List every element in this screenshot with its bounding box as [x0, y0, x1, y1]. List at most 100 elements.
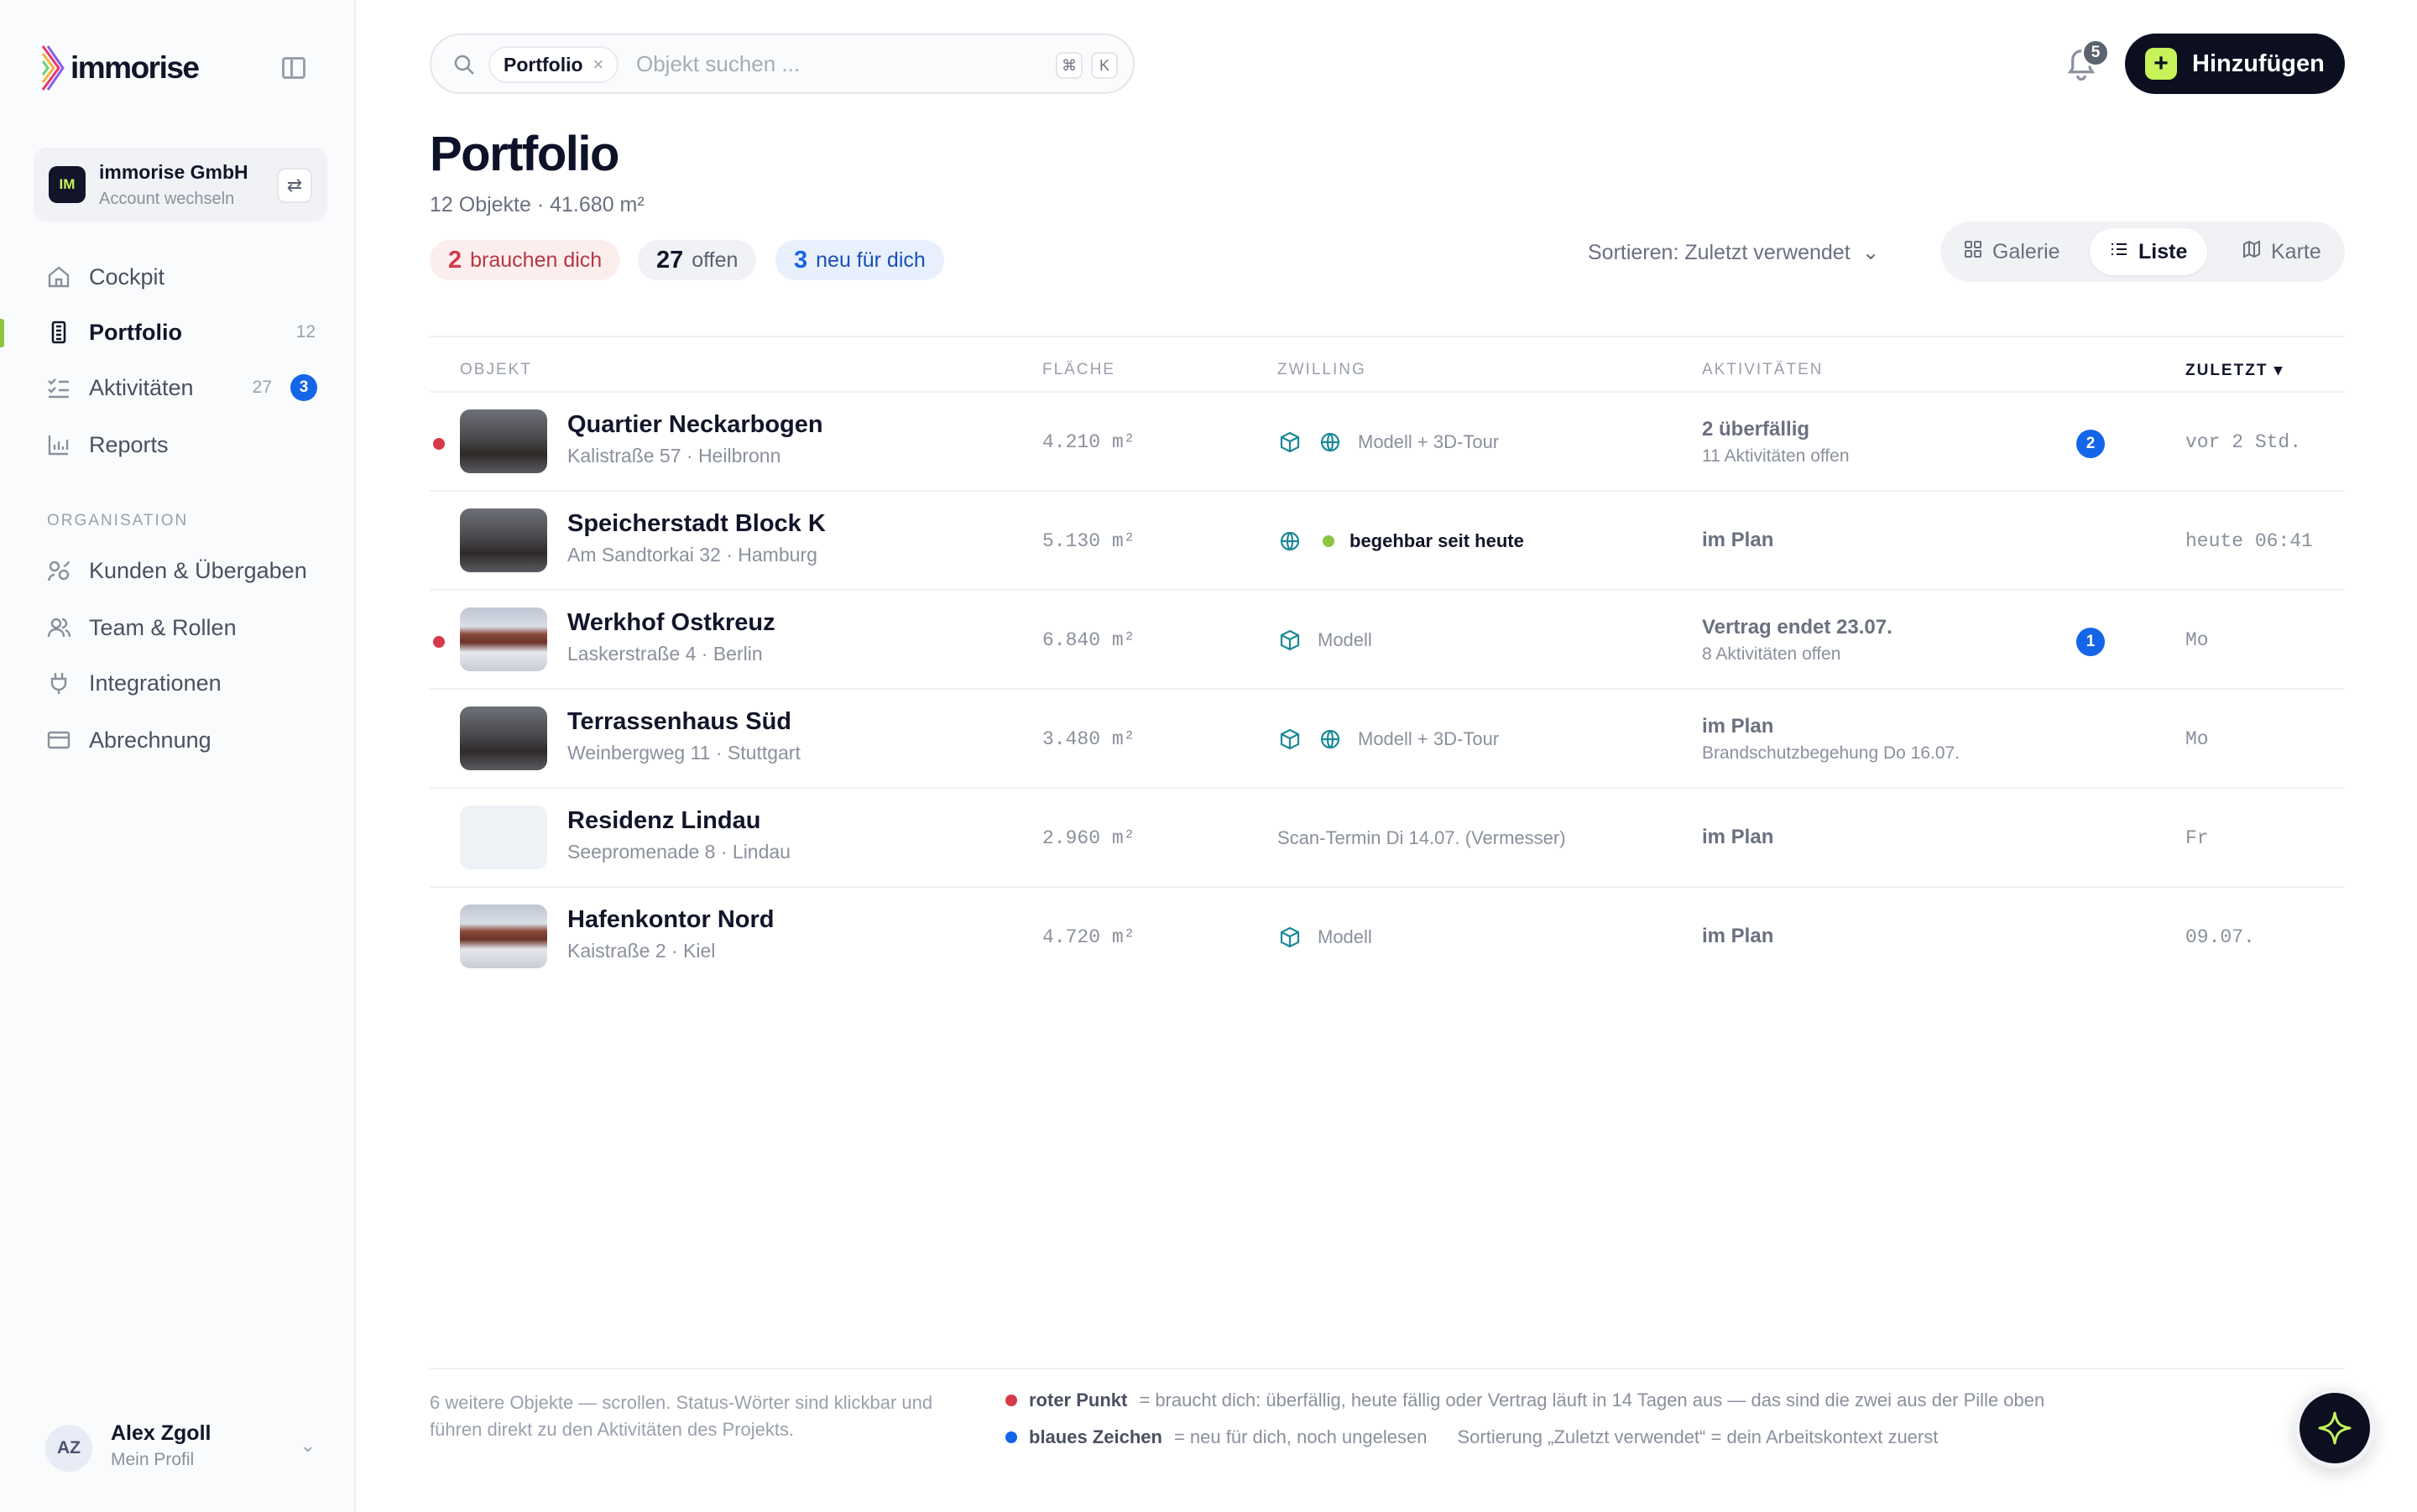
sidebar-item-portfolio[interactable]: Portfolio 12 [45, 315, 322, 349]
twin-status: Modell + 3D-Tour [1277, 725, 1499, 753]
sidebar-item-label: Aktivitäten [89, 374, 194, 400]
ai-assistant-button[interactable] [2294, 1388, 2375, 1468]
view-karte[interactable]: Karte [2222, 228, 2341, 275]
sidebar-item-abrechnung[interactable]: Abrechnung [45, 723, 322, 757]
activities-count: 27 [252, 378, 272, 397]
live-status-dot [1323, 535, 1334, 547]
table-row[interactable]: Terrassenhaus Süd Weinbergweg 11 · Stutt… [430, 690, 2345, 789]
legend-text: = neu für dich, noch ungelesen [1173, 1426, 1428, 1447]
twin-label: begehbar seit heute [1349, 530, 1524, 551]
chevron-down-icon[interactable]: ⌄ [300, 1435, 316, 1457]
sidebar-collapse-icon[interactable] [282, 57, 305, 79]
command-key: ⌘ [1056, 52, 1083, 79]
account-switcher[interactable]: IM immorise GmbH Account wechseln ⇄ [34, 148, 327, 222]
property-address: Weinbergweg 11 · Stuttgart [567, 742, 801, 764]
sidebar-item-reports[interactable]: Reports [45, 428, 322, 461]
property-title[interactable]: Werkhof Ostkreuz [567, 609, 775, 637]
sparkle-icon [2318, 1411, 2352, 1445]
account-subtitle: Account wechseln [99, 190, 235, 208]
property-title[interactable]: Speicherstadt Block K [567, 510, 826, 538]
view-label: Liste [2138, 239, 2188, 263]
building-icon [45, 319, 72, 346]
legend-red: roter Punkt = braucht dich: überfällig, … [1005, 1389, 2044, 1411]
activity-status[interactable]: im Plan [1702, 925, 1773, 948]
sidebar-item-aktivitaeten[interactable]: Aktivitäten 27 3 [45, 371, 322, 404]
property-title[interactable]: Hafenkontor Nord [567, 906, 775, 934]
avatar: AZ [45, 1425, 92, 1472]
sort-label: Sortieren: Zuletzt verwendet [1588, 240, 1851, 264]
property-area: 2.960 m² [1042, 827, 1135, 849]
property-area: 4.720 m² [1042, 926, 1135, 948]
column-zuletzt[interactable]: ZULETZT ▾ [2185, 361, 2284, 380]
grid-icon [1964, 240, 1982, 264]
sidebar-item-integrationen[interactable]: Integrationen [45, 666, 322, 700]
notification-badge: 5 [2081, 39, 2110, 67]
legend-label: roter Punkt [1029, 1389, 1128, 1410]
profile-name: Alex Zgoll [111, 1421, 211, 1445]
checklist-icon [45, 374, 72, 401]
switch-arrows-icon[interactable]: ⇄ [277, 168, 312, 203]
table-row[interactable]: Hafenkontor Nord Kaistraße 2 · Kiel 4.72… [430, 888, 2345, 987]
property-thumbnail [460, 409, 547, 473]
list-icon [2110, 240, 2128, 264]
profile-menu[interactable]: AZ Alex Zgoll Mein Profil ⌄ [34, 1410, 327, 1485]
search-input[interactable] [636, 35, 1005, 92]
close-icon[interactable]: × [593, 54, 604, 76]
plug-icon [45, 670, 72, 696]
view-galerie[interactable]: Galerie [1944, 228, 2080, 275]
activity-status[interactable]: im Plan [1702, 715, 1773, 738]
sidebar-item-team[interactable]: Team & Rollen [45, 611, 322, 644]
property-area: 3.480 m² [1042, 728, 1135, 750]
activity-status[interactable]: 2 überfällig [1702, 418, 1809, 441]
column-zwilling[interactable]: ZWILLING [1277, 361, 1366, 379]
sort-dropdown[interactable]: Sortieren: Zuletzt verwendet ⌄ [1588, 237, 1880, 269]
pill-label: neu für dich [816, 248, 926, 272]
property-title[interactable]: Terrassenhaus Süd [567, 708, 791, 736]
activity-status[interactable]: im Plan [1702, 529, 1773, 552]
last-used: Fr [2185, 827, 2209, 849]
table-row[interactable]: Quartier Neckarbogen Kalistraße 57 · Hei… [430, 393, 2345, 492]
property-thumbnail-placeholder [460, 806, 547, 869]
activity-status[interactable]: Vertrag endet 23.07. [1702, 616, 1892, 639]
cube-icon [1277, 727, 1302, 752]
sidebar-item-kunden[interactable]: Kunden & Übergaben [45, 554, 322, 587]
brand-name: immorise [70, 50, 200, 85]
property-area: 4.210 m² [1042, 431, 1135, 453]
portfolio-count: 12 [295, 322, 316, 342]
view-label: Karte [2271, 239, 2321, 263]
last-used: vor 2 Std. [2185, 431, 2302, 453]
activity-status[interactable]: im Plan [1702, 826, 1773, 849]
table-row[interactable]: Werkhof Ostkreuz Laskerstraße 4 · Berlin… [430, 591, 2345, 690]
property-title[interactable]: Residenz Lindau [567, 807, 760, 835]
activities-badge: 3 [290, 374, 317, 401]
column-objekt[interactable]: OBJEKT [460, 361, 532, 379]
column-aktivitaeten[interactable]: AKTIVITÄTEN [1702, 361, 1823, 379]
open-pill[interactable]: 27 offen [638, 240, 757, 280]
column-flaeche[interactable]: FLÄCHE [1042, 361, 1115, 379]
new-for-you-pill[interactable]: 3 neu für dich [775, 240, 944, 280]
add-button[interactable]: + Hinzufügen [2125, 34, 2345, 94]
twin-status: Modell [1277, 626, 1372, 654]
twin-label: Modell [1318, 926, 1372, 947]
property-title[interactable]: Quartier Neckarbogen [567, 411, 823, 439]
k-key: K [1091, 52, 1118, 79]
table-row[interactable]: Speicherstadt Block K Am Sandtorkai 32 ·… [430, 492, 2345, 591]
page-title: Portfolio [430, 127, 619, 181]
search-filter-chip[interactable]: Portfolio × [488, 46, 619, 83]
table-row[interactable]: Residenz Lindau Seepromenade 8 · Lindau … [430, 789, 2345, 888]
activity-detail: 8 Aktivitäten offen [1702, 644, 1841, 664]
page-subtitle: 12 Objekte · 41.680 m² [430, 193, 645, 216]
cube-icon [1277, 925, 1302, 950]
nav-section-heading: ORGANISATION [47, 512, 189, 529]
footer-note: 6 weitere Objekte — scrollen. Status-Wör… [430, 1392, 933, 1440]
sidebar-item-cockpit[interactable]: Cockpit [45, 260, 322, 294]
legend-sort-text: Sortierung „Zuletzt verwendet“ = dein Ar… [1457, 1426, 1939, 1447]
search-bar[interactable]: Portfolio × ⌘ K [430, 34, 1135, 94]
needs-you-pill[interactable]: 2 brauchen dich [430, 240, 621, 280]
sidebar-item-label: Portfolio [89, 319, 182, 345]
brand-logo[interactable]: immorise [40, 44, 200, 92]
sidebar-item-label: Cockpit [89, 263, 165, 289]
last-used: Mo [2185, 728, 2209, 750]
view-label: Galerie [1992, 239, 2060, 263]
view-liste[interactable]: Liste [2090, 228, 2208, 275]
